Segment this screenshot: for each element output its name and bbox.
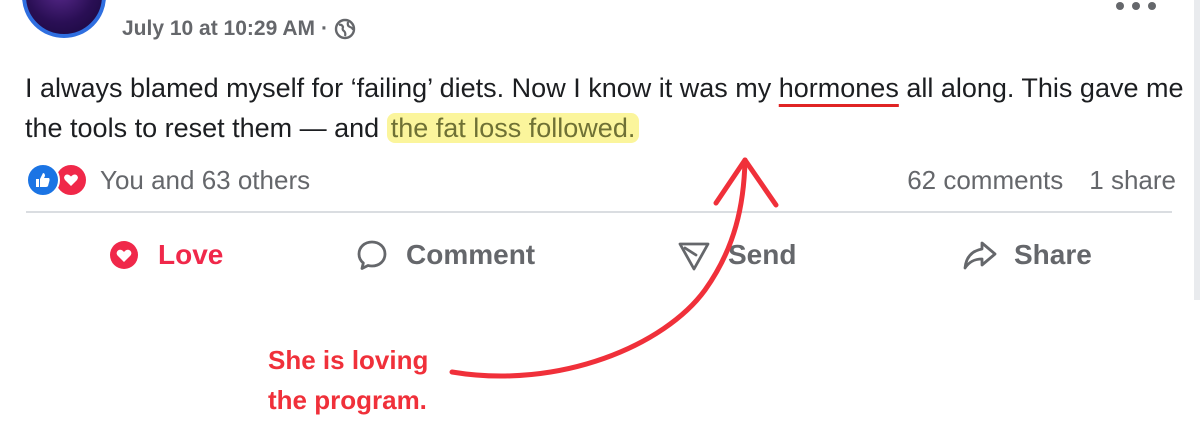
reactions-summary: You and 63 others 62 comments 1 share — [26, 160, 1176, 200]
facebook-post-card: July 10 at 10:29 AM · I always blamed my… — [0, 0, 1200, 300]
post-text-part1: I always blamed myself for ‘failing’ die… — [25, 73, 779, 103]
comment-button-label: Comment — [406, 239, 536, 270]
share-button[interactable]: Share — [962, 228, 1092, 282]
like-reaction-icon — [26, 163, 60, 197]
share-icon — [962, 237, 998, 273]
shares-count[interactable]: 1 share — [1089, 165, 1176, 196]
post-body: I always blamed myself for ‘failing’ die… — [25, 68, 1185, 148]
reaction-icons[interactable] — [26, 163, 88, 197]
comment-button[interactable]: Comment — [354, 228, 535, 282]
annotation-line-1: She is loving — [268, 345, 429, 375]
avatar[interactable] — [22, 0, 106, 38]
post-meta: July 10 at 10:29 AM · — [122, 12, 356, 46]
send-button-label: Send — [728, 239, 797, 270]
comments-count[interactable]: 62 comments — [907, 165, 1063, 196]
actions-divider — [26, 211, 1172, 213]
engagement-counts: 62 comments 1 share — [907, 165, 1176, 196]
share-button-label: Share — [1014, 239, 1092, 270]
post-actions: Love Comment Send Share — [0, 228, 1200, 282]
globe-icon[interactable] — [334, 18, 356, 40]
meta-separator: · — [320, 17, 328, 40]
love-button-label: Love — [158, 239, 224, 270]
screenshot-page: July 10 at 10:29 AM · I always blamed my… — [0, 0, 1200, 422]
annotation-text: She is loving the program. — [268, 340, 468, 420]
send-button[interactable]: Send — [676, 228, 796, 282]
comment-icon — [354, 237, 390, 273]
highlighted-phrase: the fat loss followed. — [386, 113, 640, 143]
love-button[interactable]: Love — [106, 228, 223, 282]
reactions-count-label[interactable]: You and 63 others — [100, 165, 310, 196]
love-icon — [106, 237, 142, 273]
annotation-line-2: the program. — [268, 385, 427, 415]
more-horizontal-icon[interactable] — [1116, 2, 1156, 14]
send-icon — [676, 237, 712, 273]
post-timestamp[interactable]: July 10 at 10:29 AM — [122, 17, 315, 41]
underlined-keyword: hormones — [778, 73, 899, 103]
